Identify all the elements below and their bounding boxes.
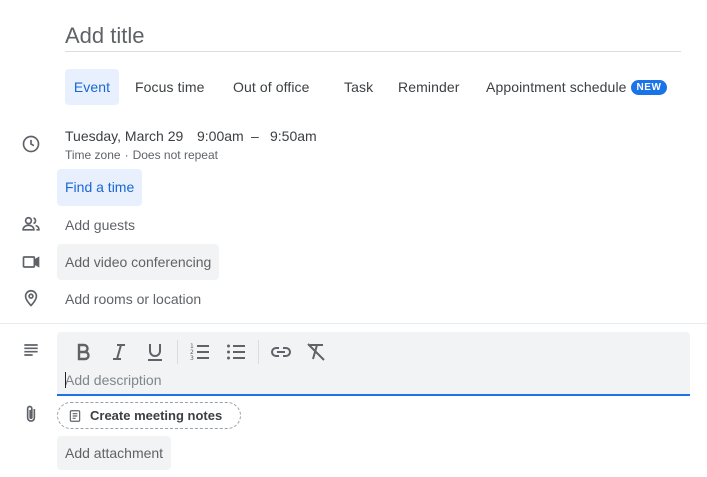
add-attachment-button[interactable]: Add attachment (57, 436, 172, 470)
location-pin-icon (21, 288, 41, 308)
event-end-time[interactable]: 9:50am (270, 128, 317, 144)
tab-event[interactable]: Event (65, 69, 119, 105)
tab-out-of-office[interactable]: Out of office (225, 69, 318, 105)
notes-lines-icon (21, 340, 41, 360)
text-caret (65, 372, 66, 388)
separator-dot: · (124, 148, 129, 162)
section-divider (0, 323, 707, 324)
numbered-list-icon[interactable]: 123 (188, 340, 212, 364)
event-type-tabs: Event Focus time Out of office Task Remi… (65, 69, 705, 105)
new-badge: NEW (630, 79, 668, 95)
timezone-repeat-line: Time zone · Does not repeat (65, 148, 218, 162)
clock-icon (21, 134, 41, 154)
add-location-field[interactable]: Add rooms or location (65, 291, 201, 307)
underline-icon[interactable] (143, 340, 167, 364)
tab-appointment-schedule-label: Appointment schedule (486, 79, 627, 95)
clear-formatting-icon[interactable] (304, 340, 328, 364)
link-icon[interactable] (269, 340, 293, 364)
svg-text:3: 3 (190, 355, 194, 362)
time-range-dash: – (251, 128, 259, 144)
find-a-time-button[interactable]: Find a time (57, 169, 143, 206)
event-start-time[interactable]: 9:00am (197, 128, 244, 144)
tab-appointment-schedule[interactable]: Appointment schedule NEW (478, 69, 675, 105)
add-video-conferencing-button[interactable]: Add video conferencing (57, 244, 220, 280)
video-camera-icon (21, 252, 41, 272)
tab-focus-time[interactable]: Focus time (127, 69, 212, 105)
title-input[interactable] (65, 20, 681, 52)
create-meeting-notes-label: Create meeting notes (90, 408, 223, 423)
repeat-link[interactable]: Does not repeat (133, 148, 218, 162)
create-meeting-notes-chip[interactable]: Create meeting notes (57, 402, 241, 429)
bold-icon[interactable] (71, 340, 95, 364)
toolbar-separator (177, 340, 178, 364)
timezone-link[interactable]: Time zone (65, 148, 121, 162)
people-icon (21, 214, 41, 234)
toolbar-separator (258, 340, 259, 364)
add-guests-field[interactable]: Add guests (65, 217, 135, 233)
description-input[interactable] (65, 370, 682, 390)
event-date[interactable]: Tuesday, March 29 (65, 128, 183, 144)
tab-task[interactable]: Task (336, 69, 381, 105)
bulleted-list-icon[interactable] (224, 340, 248, 364)
document-icon (68, 409, 82, 423)
tab-reminder[interactable]: Reminder (390, 69, 468, 105)
italic-icon[interactable] (107, 340, 131, 364)
description-editor[interactable]: 123 (57, 332, 690, 396)
paperclip-icon (21, 404, 41, 424)
